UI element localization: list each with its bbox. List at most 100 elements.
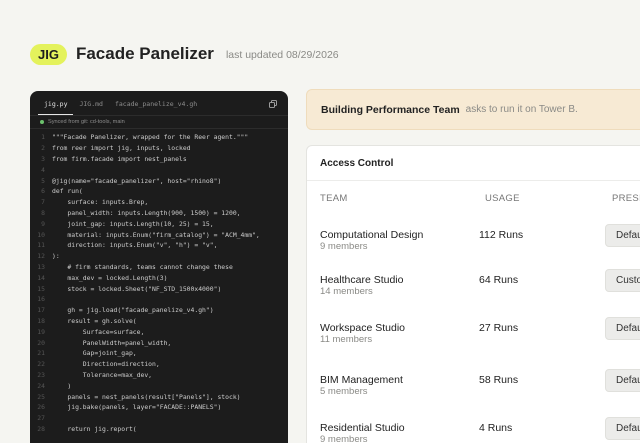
line-number: 10 [37,230,45,239]
team-members: 9 members [320,434,368,443]
team-members: 5 members [320,386,368,397]
code-line: 13 # firm standards, teams cannot change… [30,262,288,273]
code-line: 26 jig.bake(panels, layer="FACADE::PANEL… [30,402,288,413]
line-number: 12 [37,252,45,261]
line-number: 1 [41,133,45,142]
team-usage: 64 Runs [479,274,519,286]
code-text: stock = locked.Sheet("NF_STD_1500x4000") [52,284,222,293]
code-line: 23 Tolerance=max_dev, [30,370,288,381]
line-number: 6 [41,187,45,196]
line-number: 2 [41,144,45,153]
code-text: """Facade Panelizer, wrapped for the Ree… [52,133,249,142]
preset-dropdown[interactable]: Default [605,369,640,392]
code-line: 18 result = gh.solve( [30,316,288,327]
line-number: 11 [37,241,45,250]
code-text: Gap=joint_gap, [52,349,137,358]
code-line: 9 joint_gap: inputs.Length(10, 25) = 15, [30,218,288,229]
table-row: Healthcare Studio 14 members 64 Runs Cus… [307,269,640,314]
code-line: 2 from reer import jig, inputs, locked [30,143,288,154]
code-text: material: inputs.Enum("firm_catalog") = … [52,230,260,239]
code-text: Direction=direction, [52,360,160,369]
page-title: Facade Panelizer [75,44,214,63]
code-line: 25 panels = nest_panels(result["Panels"]… [30,391,288,402]
brand-badge: JIG [30,43,67,65]
code-text: result = gh.solve( [52,316,137,325]
copy-icon[interactable] [269,100,277,108]
code-text: def run( [52,187,83,196]
code-line: 21 Gap=joint_gap, [30,348,288,359]
line-number: 23 [37,370,45,379]
line-number: 13 [37,262,45,271]
code-lines: 1 """Facade Panelizer, wrapped for the Re… [30,129,288,434]
page-header: JIG Facade Panelizer last updated 08/29/… [30,42,339,66]
code-line: 17 gh = jig.load("facade_panelize_v4.gh"… [30,305,288,316]
team-usage: 27 Runs [479,322,519,334]
preset-dropdown[interactable]: Default [605,317,640,340]
sync-status-label: Synced from git: cd-tools, main [48,119,125,125]
code-line: 20 PanelWidth=panel_width, [30,337,288,348]
team-name: Healthcare Studio [320,274,404,286]
line-number: 7 [41,198,45,207]
code-line: 8 panel_width: inputs.Length(900, 1500) … [30,208,288,219]
code-line: 14 max_dev = locked.Length(3) [30,272,288,283]
code-line: 6 def run( [30,186,288,197]
code-text: @jig(name="facade_panelizer", host="rhin… [52,176,222,185]
team-usage: 112 Runs [479,229,524,241]
tab-jig-md[interactable]: JIG.md [73,100,108,115]
line-number: 22 [37,360,45,369]
code-line: 1 """Facade Panelizer, wrapped for the Re… [30,132,288,143]
table-row: Residential Studio 9 members 4 Runs Defa… [307,417,640,443]
code-panel: jig.py JIG.md facade_panelize_v4.gh Sync… [30,91,288,443]
tab-facade-gh[interactable]: facade_panelize_v4.gh [109,100,203,115]
sync-dot-icon [40,120,44,124]
code-text: gh = jig.load("facade_panelize_v4.gh") [52,306,214,315]
code-text: PanelWidth=panel_width, [52,338,172,347]
code-line: 19 Surface=surface, [30,326,288,337]
code-text: from reer import jig, inputs, locked [52,144,191,153]
team-members: 14 members [320,286,373,297]
tab-jig-py[interactable]: jig.py [38,100,74,115]
preset-dropdown[interactable]: Default [605,417,640,440]
request-banner: Building Performance Team asks to run it… [306,89,640,130]
preset-dropdown[interactable]: Default [605,224,640,247]
code-line: 27 [30,413,288,424]
file-tabs: jig.py JIG.md facade_panelize_v4.gh [30,91,288,115]
code-text: joint_gap: inputs.Length(10, 25) = 15, [52,219,214,228]
team-name: Computational Design [320,229,424,241]
code-line: 10 material: inputs.Enum("firm_catalog")… [30,229,288,240]
code-line: 4 [30,164,288,175]
last-updated: last updated 08/29/2026 [225,49,339,61]
access-control-card: Access Control TEAM USAGE PRESET Computa… [306,145,640,443]
code-text: direction: inputs.Enum("v", "h") = "v", [52,241,218,250]
code-text: Tolerance=max_dev, [52,370,153,379]
table-row: BIM Management 5 members 58 Runs Default [307,369,640,414]
code-line: 11 direction: inputs.Enum("v", "h") = "v… [30,240,288,251]
code-text: ): [52,252,60,261]
code-text: ) [52,381,72,390]
line-number: 17 [37,306,45,315]
code-text: panel_width: inputs.Length(900, 1500) = … [52,208,241,217]
line-number: 3 [41,154,45,163]
code-line: 15 stock = locked.Sheet("NF_STD_1500x400… [30,283,288,294]
code-text: jig.bake(panels, layer="FACADE::PANELS") [52,403,222,412]
code-line: 5 @jig(name="facade_panelizer", host="rhi… [30,175,288,186]
code-line: 24 ) [30,380,288,391]
code-text: from firm.facade import nest_panels [52,154,187,163]
line-number: 5 [41,176,45,185]
code-text: panels = nest_panels(result["Panels"], s… [52,392,241,401]
team-usage: 58 Runs [479,374,519,386]
team-members: 11 members [320,334,373,345]
code-text: max_dev = locked.Length(3) [52,273,168,282]
table-row: Computational Design 9 members 112 Runs … [307,224,640,269]
line-number: 24 [37,381,45,390]
line-number: 21 [37,349,45,358]
team-usage: 4 Runs [479,422,513,434]
code-text: # firm standards, teams cannot change th… [52,262,233,271]
line-number: 26 [37,403,45,412]
line-number: 9 [41,219,45,228]
preset-dropdown[interactable]: Custom [605,269,640,292]
line-number: 8 [41,208,45,217]
banner-message: asks to run it on Tower B. [465,104,578,115]
code-line: 28 return jig.report( [30,424,288,435]
table-header: TEAM USAGE PRESET [307,193,640,207]
